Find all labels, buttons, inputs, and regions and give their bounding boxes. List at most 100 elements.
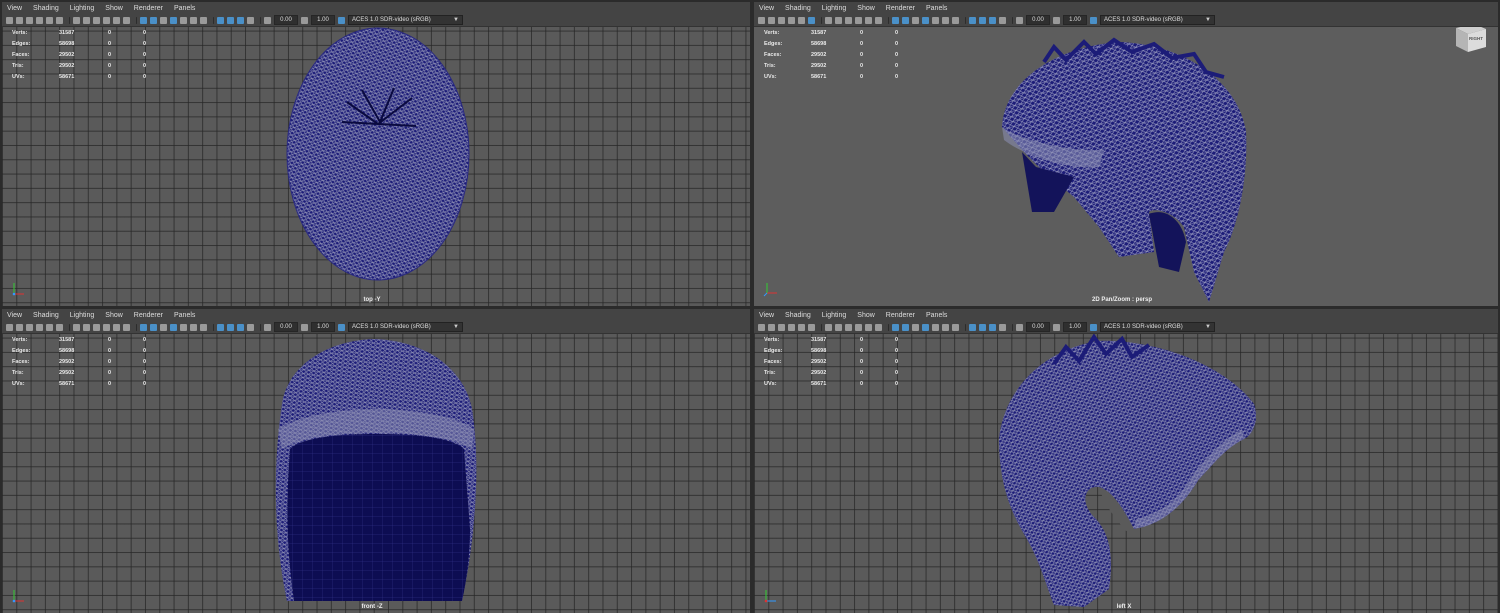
backface-culling-icon[interactable] — [247, 323, 254, 331]
camera-icon[interactable] — [6, 16, 13, 24]
menu-renderer[interactable]: Renderer — [886, 5, 915, 12]
menu-lighting[interactable]: Lighting — [70, 5, 95, 12]
gate-mask-icon[interactable] — [845, 16, 852, 24]
backface-culling-icon[interactable] — [247, 16, 254, 24]
resolution-gate-icon[interactable] — [83, 16, 90, 24]
safe-action-icon[interactable] — [865, 323, 872, 331]
shadows-icon[interactable] — [952, 323, 959, 331]
color-management-icon[interactable] — [338, 16, 345, 24]
menu-show[interactable]: Show — [857, 312, 875, 319]
grease-pencil-icon[interactable] — [798, 16, 805, 24]
textured-icon[interactable] — [180, 323, 187, 331]
lights-icon[interactable] — [942, 16, 949, 24]
menu-show[interactable]: Show — [105, 5, 123, 12]
color-management-icon[interactable] — [338, 323, 345, 331]
exposure-field[interactable]: 0.00 — [1026, 15, 1050, 25]
menu-panels[interactable]: Panels — [174, 5, 195, 12]
default-material-icon[interactable] — [160, 16, 167, 24]
grease-pencil-icon[interactable] — [798, 323, 805, 331]
image-plane-icon[interactable] — [36, 16, 43, 24]
viewport-persp[interactable]: View Shading Lighting Show Renderer Pane… — [754, 2, 1498, 306]
bookmark-icon[interactable] — [778, 16, 785, 24]
bookmark-icon[interactable] — [26, 323, 33, 331]
exposure-icon[interactable] — [264, 16, 271, 24]
wireframe-icon[interactable] — [140, 323, 147, 331]
xray-icon[interactable] — [227, 323, 234, 331]
bookmark-icon[interactable] — [778, 323, 785, 331]
viewport-top[interactable]: View Shading Lighting Show Renderer Pane… — [2, 2, 750, 306]
default-material-icon[interactable] — [912, 16, 919, 24]
film-gate-icon[interactable] — [825, 16, 832, 24]
isolate-select-icon[interactable] — [969, 323, 976, 331]
field-chart-icon[interactable] — [103, 323, 110, 331]
exposure-icon[interactable] — [1016, 323, 1023, 331]
grid-toggle-icon[interactable] — [56, 16, 63, 24]
xray-joints-icon[interactable] — [237, 16, 244, 24]
film-gate-icon[interactable] — [825, 323, 832, 331]
smooth-shade-icon[interactable] — [150, 323, 157, 331]
isolate-select-icon[interactable] — [217, 323, 224, 331]
safe-title-icon[interactable] — [123, 323, 130, 331]
wireframe-on-shaded-icon[interactable] — [922, 16, 929, 24]
safe-action-icon[interactable] — [113, 323, 120, 331]
safe-action-icon[interactable] — [113, 16, 120, 24]
xray-icon[interactable] — [979, 323, 986, 331]
gamma-field[interactable]: 1.00 — [311, 322, 335, 332]
safe-title-icon[interactable] — [123, 16, 130, 24]
color-management-icon[interactable] — [1090, 323, 1097, 331]
backface-culling-icon[interactable] — [999, 323, 1006, 331]
gamma-icon[interactable] — [1053, 323, 1060, 331]
menu-shading[interactable]: Shading — [33, 5, 59, 12]
wireframe-on-shaded-icon[interactable] — [170, 323, 177, 331]
exposure-field[interactable]: 0.00 — [274, 15, 298, 25]
menu-lighting[interactable]: Lighting — [70, 312, 95, 319]
wireframe-icon[interactable] — [140, 16, 147, 24]
textured-icon[interactable] — [932, 16, 939, 24]
grid-toggle-icon[interactable] — [808, 16, 815, 24]
wireframe-on-shaded-icon[interactable] — [922, 323, 929, 331]
safe-title-icon[interactable] — [875, 323, 882, 331]
film-gate-icon[interactable] — [73, 16, 80, 24]
xray-joints-icon[interactable] — [237, 323, 244, 331]
shadows-icon[interactable] — [200, 323, 207, 331]
grid-toggle-icon[interactable] — [56, 323, 63, 331]
wireframe-icon[interactable] — [892, 16, 899, 24]
smooth-shade-icon[interactable] — [902, 323, 909, 331]
wireframe-icon[interactable] — [892, 323, 899, 331]
gate-mask-icon[interactable] — [845, 323, 852, 331]
color-space-dropdown[interactable]: ACES 1.0 SDR-video (sRGB) ▼ — [348, 322, 463, 332]
image-plane-icon[interactable] — [788, 323, 795, 331]
menu-view[interactable]: View — [759, 312, 774, 319]
exposure-icon[interactable] — [1016, 16, 1023, 24]
gamma-field[interactable]: 1.00 — [1063, 322, 1087, 332]
color-space-dropdown[interactable]: ACES 1.0 SDR-video (sRGB) ▼ — [348, 15, 463, 25]
default-material-icon[interactable] — [912, 323, 919, 331]
xray-icon[interactable] — [979, 16, 986, 24]
menu-lighting[interactable]: Lighting — [822, 5, 847, 12]
shadows-icon[interactable] — [200, 16, 207, 24]
gate-mask-icon[interactable] — [93, 323, 100, 331]
exposure-field[interactable]: 0.00 — [1026, 322, 1050, 332]
menu-panels[interactable]: Panels — [926, 5, 947, 12]
field-chart-icon[interactable] — [103, 16, 110, 24]
menu-shading[interactable]: Shading — [785, 312, 811, 319]
gate-mask-icon[interactable] — [93, 16, 100, 24]
menu-view[interactable]: View — [759, 5, 774, 12]
menu-show[interactable]: Show — [105, 312, 123, 319]
color-management-icon[interactable] — [1090, 16, 1097, 24]
field-chart-icon[interactable] — [855, 323, 862, 331]
gamma-icon[interactable] — [301, 16, 308, 24]
menu-lighting[interactable]: Lighting — [822, 312, 847, 319]
menu-view[interactable]: View — [7, 5, 22, 12]
xray-joints-icon[interactable] — [989, 323, 996, 331]
textured-icon[interactable] — [180, 16, 187, 24]
viewport-front[interactable]: View Shading Lighting Show Renderer Pane… — [2, 309, 750, 613]
textured-icon[interactable] — [932, 323, 939, 331]
camera-attr-icon[interactable] — [16, 323, 23, 331]
menu-panels[interactable]: Panels — [174, 312, 195, 319]
xray-icon[interactable] — [227, 16, 234, 24]
image-plane-icon[interactable] — [788, 16, 795, 24]
color-space-dropdown[interactable]: ACES 1.0 SDR-video (sRGB) ▼ — [1100, 15, 1215, 25]
menu-renderer[interactable]: Renderer — [134, 312, 163, 319]
bookmark-icon[interactable] — [26, 16, 33, 24]
